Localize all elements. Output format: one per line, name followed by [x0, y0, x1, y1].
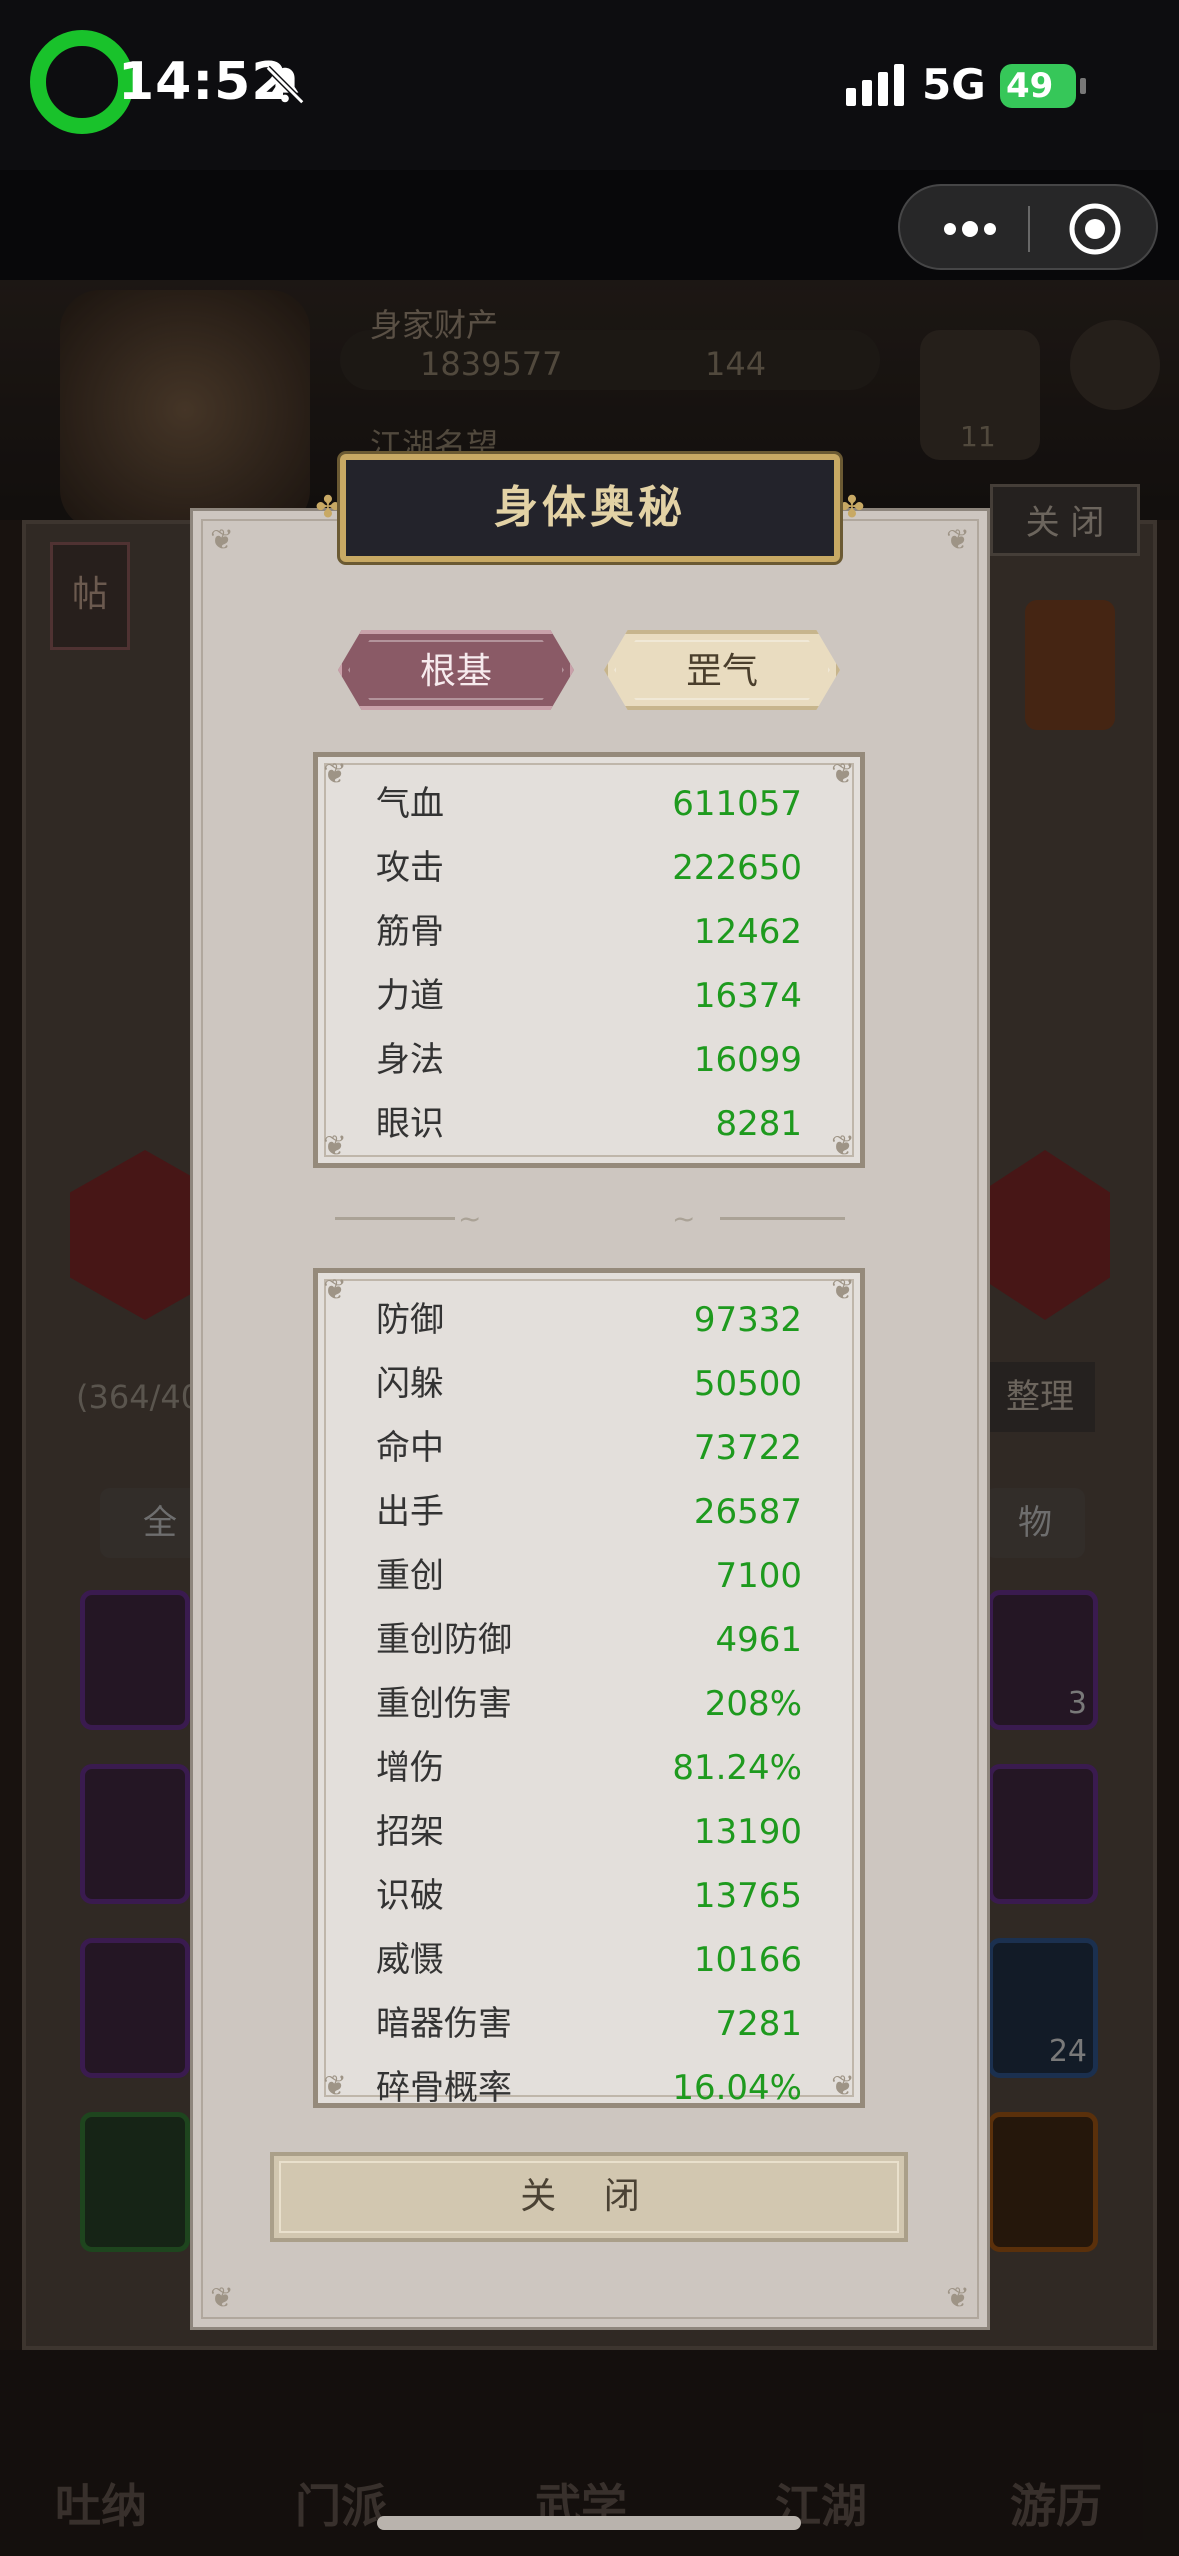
corner-ornament-icon: ❦ [323, 757, 347, 790]
stat-label: 防御 [376, 1300, 444, 1340]
bell-muted-icon [265, 65, 305, 105]
stat-value: 222650 [672, 848, 802, 888]
stat-value: 10166 [693, 1940, 802, 1980]
stat-label: 气血 [376, 784, 444, 824]
stat-label: 筋骨 [376, 912, 444, 952]
stat-row: 攻击 222650 [376, 836, 802, 900]
stat-label: 招架 [376, 1812, 444, 1852]
stat-value: 26587 [693, 1492, 802, 1532]
tab-border [614, 640, 830, 700]
corner-ornament-icon: ❦ [323, 1273, 347, 1306]
corner-ornament-icon: ❦ [831, 757, 855, 790]
stat-label: 身法 [376, 1040, 444, 1080]
stat-value: 7100 [715, 1556, 802, 1596]
divider-line [720, 1217, 845, 1220]
stat-value: 13765 [693, 1876, 802, 1916]
stat-value: 97332 [693, 1300, 802, 1340]
stat-row: 力道 16374 [376, 964, 802, 1028]
stat-row: 重创 7100 [376, 1544, 802, 1608]
stat-row: 气血 611057 [376, 772, 802, 836]
stat-row: 闪躲 50500 [376, 1352, 802, 1416]
stat-label: 眼识 [376, 1104, 444, 1144]
stat-label: 增伤 [376, 1748, 444, 1788]
stat-value: 13190 [693, 1812, 802, 1852]
stat-label: 重创 [376, 1556, 444, 1596]
miniprogram-capsule[interactable] [898, 184, 1158, 270]
corner-ornament-icon: ❦ [323, 1129, 347, 1162]
stat-row: 威慑 10166 [376, 1928, 802, 1992]
basic-stats-panel: ❦ ❦ ❦ ❦ 气血 611057 攻击 222650 筋骨 12462 力道 1637… [313, 752, 865, 1168]
capsule-divider [1028, 206, 1030, 252]
stat-row: 重创防御 4961 [376, 1608, 802, 1672]
stat-row: 暗器伤害 7281 [376, 1992, 802, 2056]
tab-gangqi[interactable]: 罡气 [604, 630, 840, 710]
stat-value: 611057 [672, 784, 802, 824]
stat-row: 碎骨概率 16.04% [376, 2056, 802, 2108]
stat-label: 暗器伤害 [376, 2004, 512, 2044]
divider-line [335, 1217, 455, 1220]
stat-label: 命中 [376, 1428, 444, 1468]
stat-label: 碎骨概率 [376, 2068, 512, 2108]
stat-value: 8281 [715, 1104, 802, 1144]
stat-label: 威慑 [376, 1940, 444, 1980]
battery-level: 49 [1006, 66, 1054, 106]
tab-border [348, 640, 564, 700]
battery-charging-icon: 49 [1000, 64, 1076, 108]
corner-ornament-icon: ❦ [831, 2069, 855, 2102]
stat-row: 招架 13190 [376, 1800, 802, 1864]
stat-value: 12462 [693, 912, 802, 952]
stat-value: 16374 [693, 976, 802, 1016]
corner-ornament-icon: ❦ [210, 2281, 234, 2314]
corner-ornament-icon: ❦ [210, 523, 234, 556]
signal-icon [846, 64, 904, 106]
stat-value: 208% [704, 1684, 802, 1724]
stat-row: 眼识 8281 [376, 1092, 802, 1156]
close-button-label: 关 闭 [520, 2176, 658, 2217]
stat-value: 16.04% [672, 2068, 802, 2108]
stat-label: 重创伤害 [376, 1684, 512, 1724]
stat-label: 攻击 [376, 848, 444, 888]
home-indicator[interactable] [377, 2516, 801, 2530]
stat-label: 力道 [376, 976, 444, 1016]
stat-label: 闪躲 [376, 1364, 444, 1404]
corner-ornament-icon: ❦ [831, 1129, 855, 1162]
stat-value: 7281 [715, 2004, 802, 2044]
close-target-icon[interactable] [1068, 202, 1122, 256]
stat-value: 16099 [693, 1040, 802, 1080]
network-type: 5G [922, 60, 986, 109]
dialog-title: 身体奥秘 [494, 482, 686, 533]
stat-row: 出手 26587 [376, 1480, 802, 1544]
stat-row: 识破 13765 [376, 1864, 802, 1928]
divider-ornament-icon: ~ [458, 1202, 482, 1235]
stat-value: 4961 [715, 1620, 802, 1660]
stat-label: 重创防御 [376, 1620, 512, 1660]
tab-genji[interactable]: 根基 [338, 630, 574, 710]
stat-row: 重创伤害 208% [376, 1672, 802, 1736]
corner-ornament-icon: ❦ [946, 2281, 970, 2314]
stat-label: 出手 [376, 1492, 444, 1532]
stat-value: 50500 [693, 1364, 802, 1404]
close-button[interactable]: 关 闭 [270, 2152, 908, 2242]
corner-ornament-icon: ❦ [946, 523, 970, 556]
stat-label: 识破 [376, 1876, 444, 1916]
status-bar: 14:52 5G 49 [0, 0, 1179, 170]
divider-ornament-icon: ~ [672, 1202, 696, 1235]
corner-ornament-icon: ❦ [831, 1273, 855, 1306]
stat-row: 防御 97332 [376, 1288, 802, 1352]
stat-row: 命中 73722 [376, 1416, 802, 1480]
stat-value: 73722 [693, 1428, 802, 1468]
stat-row: 增伤 81.24% [376, 1736, 802, 1800]
stat-row: 身法 16099 [376, 1028, 802, 1092]
battery-cap [1080, 78, 1086, 94]
dialog-title-box: 身体奥秘 [340, 454, 840, 562]
stat-value: 81.24% [672, 1748, 802, 1788]
stat-row: 筋骨 12462 [376, 900, 802, 964]
advanced-stats-panel[interactable]: ❦ ❦ ❦ ❦ 防御 97332 闪躲 50500 命中 73722 出手 26587 … [313, 1268, 865, 2108]
more-dots-icon[interactable] [938, 212, 1002, 246]
corner-ornament-icon: ❦ [323, 2069, 347, 2102]
